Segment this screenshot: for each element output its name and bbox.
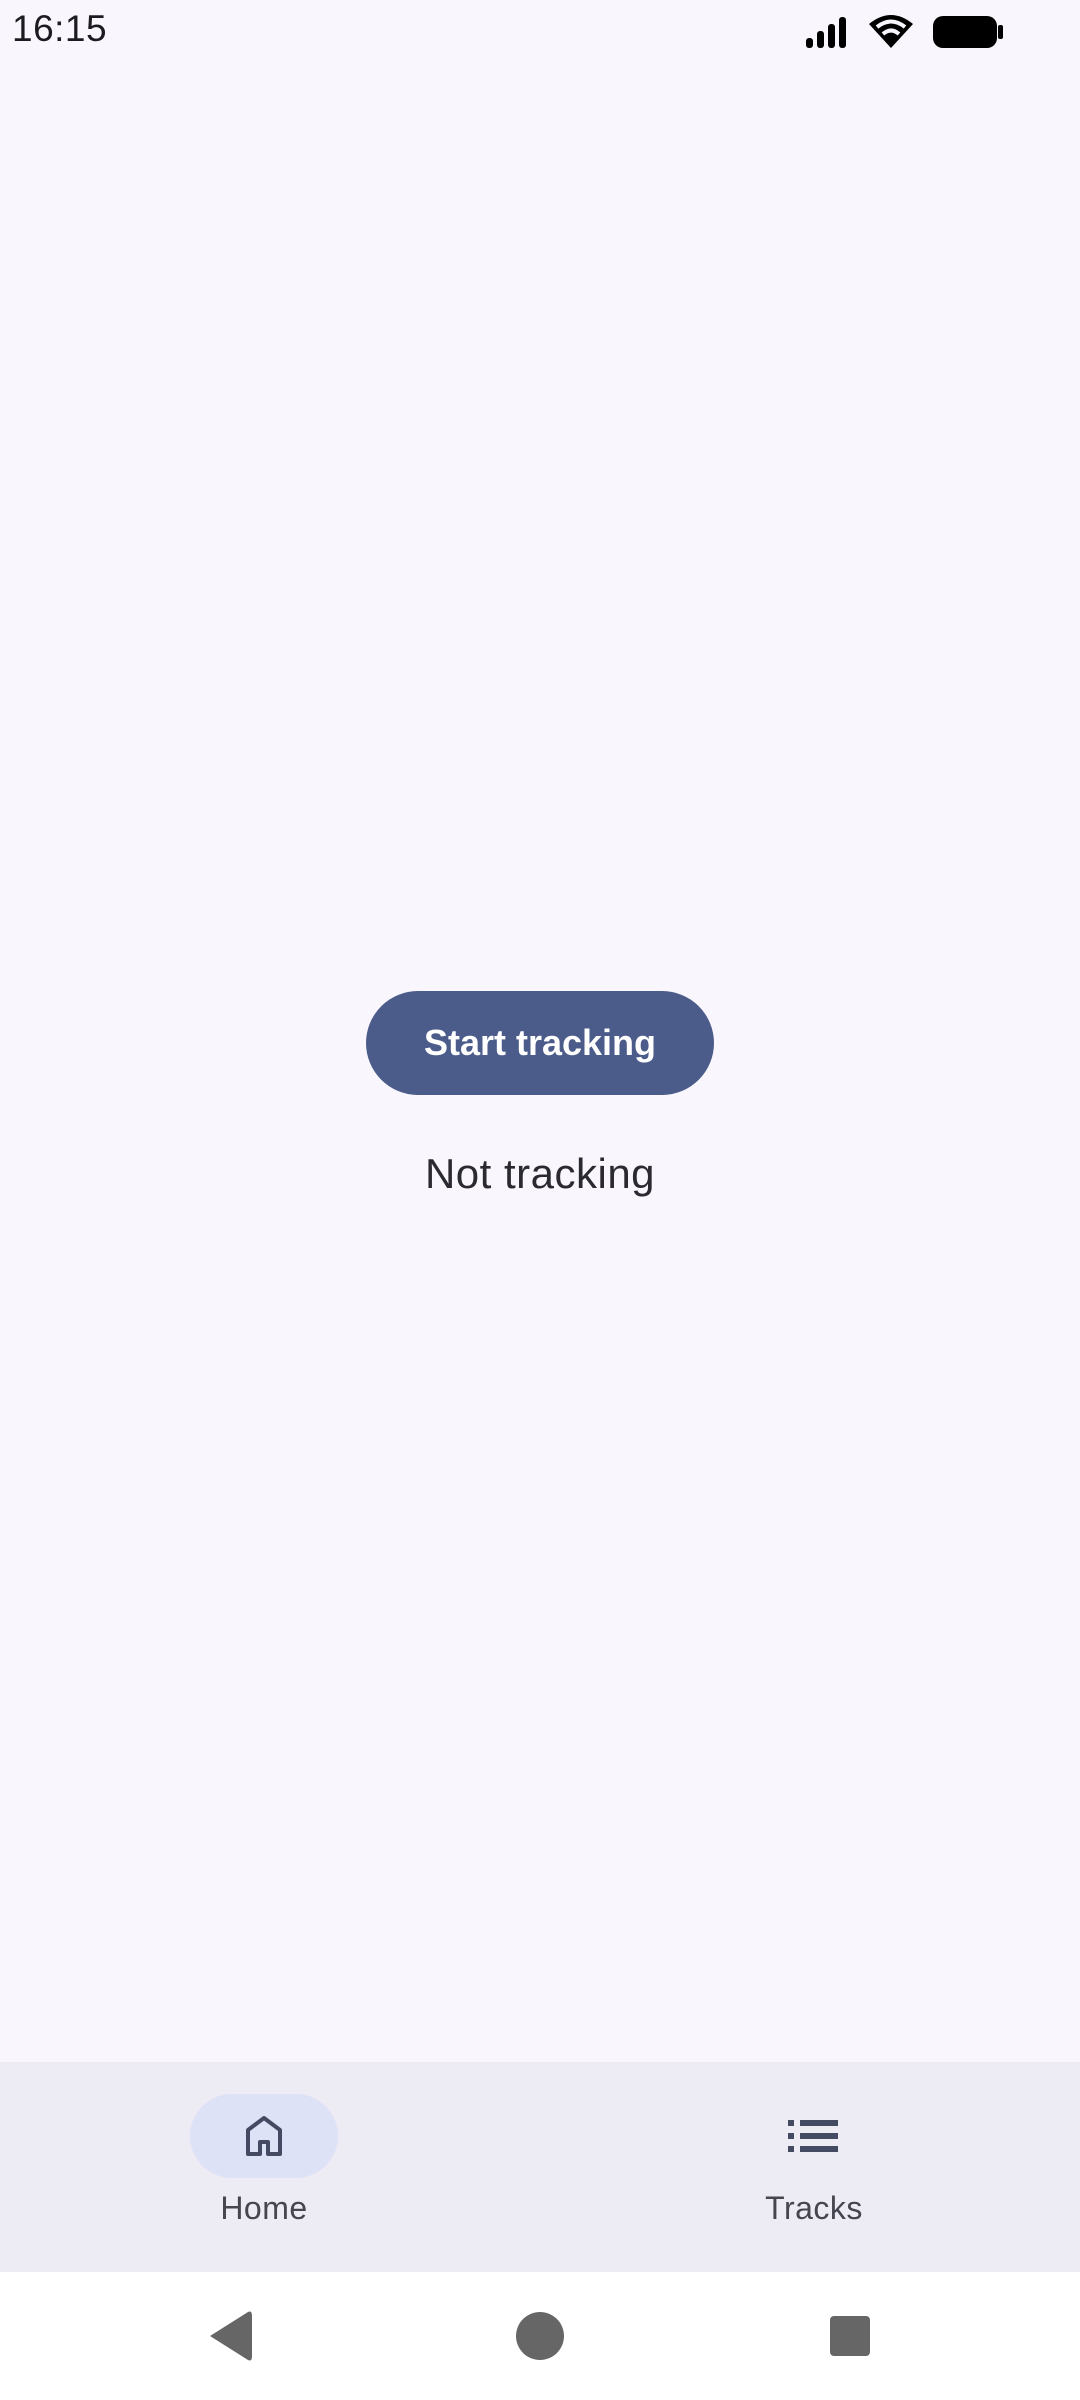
- home-circle-icon[interactable]: [512, 2308, 568, 2364]
- nav-item-tracks[interactable]: Tracks: [540, 2062, 1080, 2272]
- battery-icon: [932, 15, 1004, 49]
- wifi-icon: [868, 14, 914, 50]
- status-time: 16:15: [12, 8, 108, 49]
- nav-active-indicator: [190, 2094, 338, 2178]
- tracking-status-text: Not tracking: [424, 1150, 656, 1197]
- nav-icon-container: [740, 2094, 888, 2178]
- status-icons: [804, 12, 1004, 52]
- nav-item-home[interactable]: Home: [0, 2062, 540, 2272]
- system-navigation-bar: [0, 2272, 1080, 2400]
- list-icon: [740, 2094, 888, 2178]
- signal-icon: [804, 16, 850, 48]
- main-content: Start tracking Not tracking: [0, 64, 1080, 2062]
- nav-label-home: Home: [220, 2190, 308, 2226]
- screen: 16:15 Start tracking Not tracking Home T…: [0, 0, 1080, 2400]
- bottom-navigation: Home Tracks: [0, 2062, 1080, 2272]
- back-icon[interactable]: [202, 2308, 258, 2364]
- recents-icon[interactable]: [822, 2308, 878, 2364]
- home-icon: [190, 2094, 338, 2178]
- status-bar: 16:15: [0, 0, 1080, 64]
- start-tracking-button[interactable]: Start tracking: [366, 991, 714, 1095]
- nav-label-tracks: Tracks: [765, 2190, 863, 2226]
